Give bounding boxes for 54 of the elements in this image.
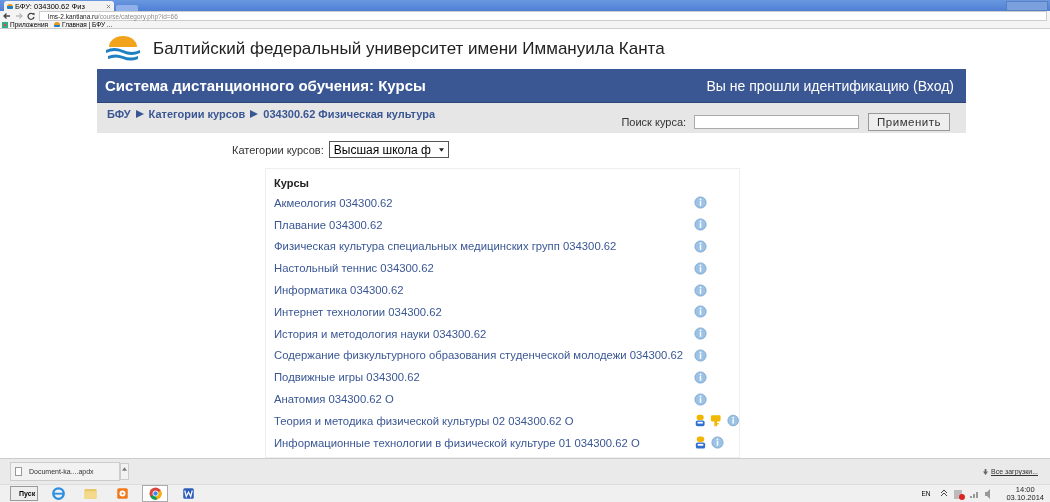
course-link[interactable]: Содержание физкультурного образования студенческой молодежи 034300.62 [274, 349, 684, 362]
breadcrumb-link[interactable]: БФУ [107, 108, 131, 120]
login-status: Вы не прошли идентификацию (Вход) [706, 77, 954, 94]
info-icon[interactable] [694, 327, 707, 341]
course-link[interactable]: История и методология науки 034300.62 [274, 327, 487, 340]
file-icon [15, 467, 22, 476]
info-icon[interactable] [711, 436, 724, 450]
search-field[interactable] [694, 115, 860, 129]
category-dropdown[interactable]: Высшая школа ф [328, 141, 449, 158]
arrow-icon [250, 110, 259, 118]
site-title: Балтийский федеральный университет имени Иммануила Канта [153, 39, 665, 59]
section-heading: Курсы [274, 175, 310, 191]
category-label: Категории курсов: [232, 143, 324, 156]
apply-button[interactable]: Применить [868, 113, 950, 131]
course-link[interactable]: Подвижные игры 034300.62 [274, 371, 420, 384]
info-icon[interactable] [694, 218, 707, 232]
course-link[interactable]: Информатика 034300.62 [274, 284, 404, 297]
person-icon[interactable] [694, 436, 707, 450]
info-icon[interactable] [694, 392, 707, 406]
arrow-icon [135, 110, 144, 118]
info-icon[interactable] [694, 261, 707, 275]
course-link[interactable]: Теория и методика физической культуры 02 034300.62 О [274, 414, 574, 427]
download-icon [983, 468, 988, 475]
login-link[interactable]: Вход [917, 77, 950, 94]
info-icon[interactable] [694, 196, 707, 210]
search-label: Поиск курса: [621, 116, 687, 128]
course-link[interactable]: Настольный теннис 034300.62 [274, 262, 434, 275]
chrome-icon[interactable] [142, 485, 169, 502]
logo-icon [103, 35, 143, 63]
course-link[interactable]: Интернет технологии 034300.62 [274, 305, 442, 318]
info-icon[interactable] [694, 305, 707, 319]
window-controls[interactable] [1006, 0, 1048, 11]
course-link[interactable]: Акмеология 034300.62 [274, 196, 393, 209]
back-icon[interactable] [3, 12, 11, 20]
course-link[interactable]: Плавание 034300.62 [274, 218, 383, 231]
info-icon[interactable] [694, 240, 707, 253]
course-link[interactable]: Анатомия 034300.62 О [274, 393, 394, 406]
caret-icon [438, 147, 444, 152]
reload-icon[interactable] [27, 12, 35, 20]
forward-icon[interactable] [15, 12, 23, 20]
breadcrumb-link[interactable]: Категории курсов [148, 108, 246, 120]
caret-icon [122, 467, 127, 471]
info-icon[interactable] [726, 414, 739, 428]
breadcrumb-link[interactable]: 034300.62 Физическая культура [263, 108, 436, 120]
info-icon[interactable] [694, 283, 707, 297]
close-icon[interactable] [106, 3, 111, 9]
info-icon[interactable] [694, 370, 707, 384]
new-tab-button[interactable] [116, 5, 138, 11]
course-link[interactable]: Физическая культура специальных медицинских групп 034300.62 [274, 240, 617, 253]
download-menu-button[interactable] [120, 463, 129, 480]
info-icon[interactable] [694, 348, 707, 362]
person-icon[interactable] [694, 414, 707, 428]
page-heading: Система дистанционного обучения: Курсы [105, 77, 426, 94]
course-link[interactable]: Информационные технологии в физической культуре 01 034300.62 О [274, 436, 640, 449]
